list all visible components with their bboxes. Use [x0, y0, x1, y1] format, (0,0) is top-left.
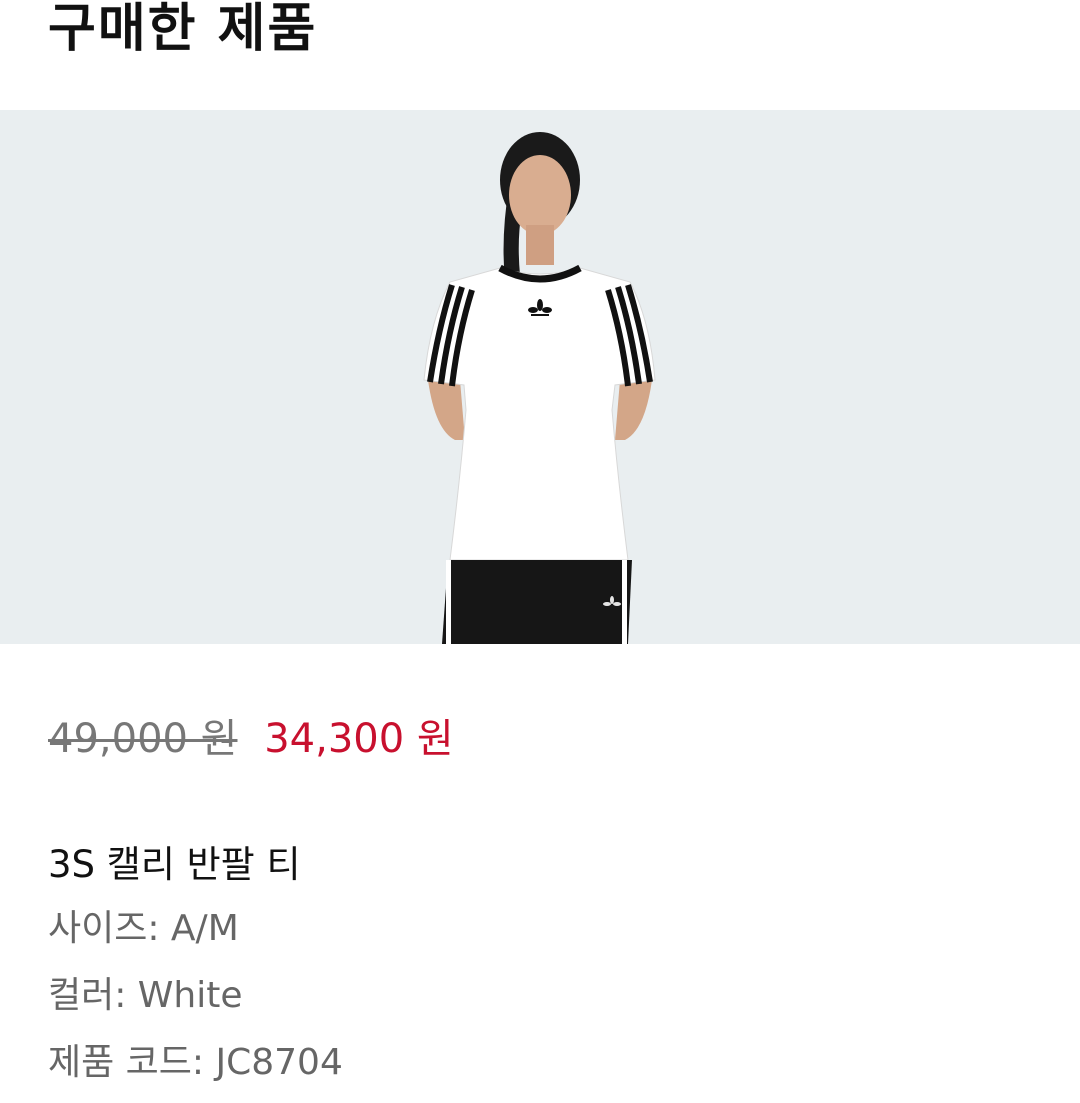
page-header: 구매한 제품: [0, 0, 1080, 110]
product-code: 제품 코드: JC8704: [48, 1042, 343, 1083]
product-name[interactable]: 3S 캘리 반팔 티: [48, 834, 343, 888]
product-size: 사이즈: A/M: [48, 908, 239, 949]
price-row: 49,000 원 34,300 원: [48, 706, 454, 764]
original-price: 49,000 원: [48, 716, 238, 762]
product-color: 컬러: White: [48, 975, 243, 1016]
product-photo: [0, 110, 1080, 644]
sale-price: 34,300 원: [264, 716, 454, 762]
product-details: 3S 캘리 반팔 티 사이즈: A/M 컬러: White 제품 코드: JC8…: [48, 834, 343, 1103]
page-title: 구매한 제품: [48, 0, 318, 59]
product-image[interactable]: [0, 110, 1080, 644]
